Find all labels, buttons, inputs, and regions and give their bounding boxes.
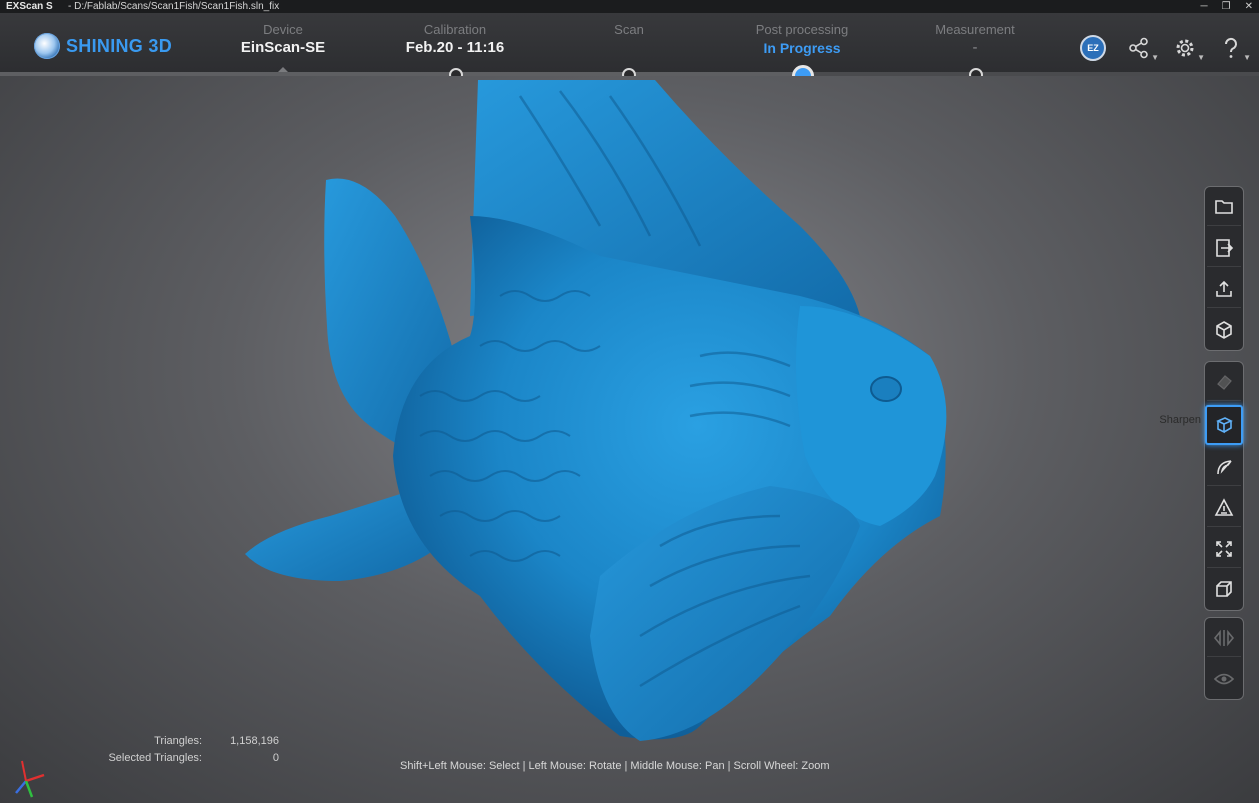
ez-icon: EZ [1080,35,1106,61]
ez-button[interactable]: EZ [1079,34,1107,62]
help-button[interactable]: ▼ [1217,34,1251,62]
wireframe-cube-icon [1216,581,1232,597]
share-button[interactable]: ▼ [1125,34,1159,62]
view-toolbar [1204,617,1244,700]
step-measurement[interactable]: Measurement - [935,22,1014,58]
expand-icon [1216,541,1232,557]
close-button[interactable]: ✕ [1245,0,1253,13]
upload-icon [1216,280,1232,297]
settings-button[interactable]: ▼ [1171,34,1205,62]
triangles-value: 1,158,196 [230,735,279,747]
step-post-processing[interactable]: Post processing In Progress [756,22,849,58]
step-value: EinScan-SE [240,39,326,56]
mesh-stats: Triangles: 1,158,196 Selected Triangles:… [70,733,279,767]
eye-icon [1213,673,1235,685]
step-calibration[interactable]: Calibration Feb.20 - 11:16 [406,22,504,58]
export-icon [1216,239,1234,257]
model-button[interactable] [1207,312,1241,348]
title-bar: EXScan S - D:/Fablab/Scans/Scan1Fish/Sca… [0,0,1259,13]
upload-button[interactable] [1207,271,1241,308]
step-value: - [972,39,978,56]
folder-open-icon [1215,200,1233,214]
file-toolbar [1204,186,1244,351]
triangles-label: Triangles: [154,735,202,747]
step-label: Device [263,22,303,37]
sharpen-button[interactable] [1205,405,1243,445]
brand-name: SHINING 3D [66,35,173,56]
maximize-button[interactable]: ❐ [1222,0,1231,13]
chevron-down-icon: ▼ [1151,53,1159,62]
selected-triangles-value: 0 [272,752,279,764]
step-label: Calibration [423,22,487,37]
sharpen-icon [1216,417,1233,434]
step-node-device[interactable] [278,67,288,72]
mouse-hint: Shift+Left Mouse: Select | Left Mouse: R… [400,760,830,772]
selected-triangles-label: Selected Triangles: [108,752,202,764]
open-button[interactable] [1207,189,1241,226]
eraser-icon [1217,375,1232,390]
step-label: Measurement [935,22,1015,37]
edit-toolbar [1204,361,1244,611]
step-label: Scan [614,22,644,37]
tool-tooltip: Sharpen [1159,414,1201,426]
cube-icon [1216,321,1232,339]
minimize-button[interactable]: ─ [1201,0,1208,13]
export-button[interactable] [1207,230,1241,267]
mesh-check-button[interactable] [1207,490,1241,527]
step-value: Feb.20 - 11:16 [405,39,505,56]
step-value: In Progress [763,40,841,56]
fish-scan-model[interactable] [0,76,1259,803]
3d-viewport[interactable]: Sharpen Triangles: 1,158,196 Selected Tr… [0,76,1259,803]
shining3d-logo-icon [34,33,60,59]
eraser-button[interactable] [1207,364,1241,401]
gear-icon [1176,39,1194,57]
mirror-button[interactable] [1207,620,1241,657]
workflow-header: SHINING 3D Device EinScan-SE Calibration… [0,13,1259,76]
chevron-down-icon: ▼ [1197,53,1205,62]
share-icon [1129,37,1148,59]
step-device[interactable]: Device EinScan-SE [241,22,325,58]
warning-triangle-icon [1214,498,1234,516]
help-icon [1224,37,1237,58]
logo: SHINING 3D [34,33,172,59]
file-path: - D:/Fablab/Scans/Scan1Fish/Scan1Fish.sl… [68,1,280,12]
fit-view-button[interactable] [1207,531,1241,568]
axis-gizmo-icon [15,760,45,798]
step-label: Post processing [755,22,849,37]
smooth-button[interactable] [1207,449,1241,486]
mirror-icon [1213,629,1235,647]
visibility-button[interactable] [1207,661,1241,697]
chevron-down-icon: ▼ [1243,53,1251,62]
wireframe-button[interactable] [1207,572,1241,608]
app-name: EXScan S [6,1,53,12]
step-scan[interactable]: Scan [614,22,644,38]
curve-icon [1217,460,1232,475]
